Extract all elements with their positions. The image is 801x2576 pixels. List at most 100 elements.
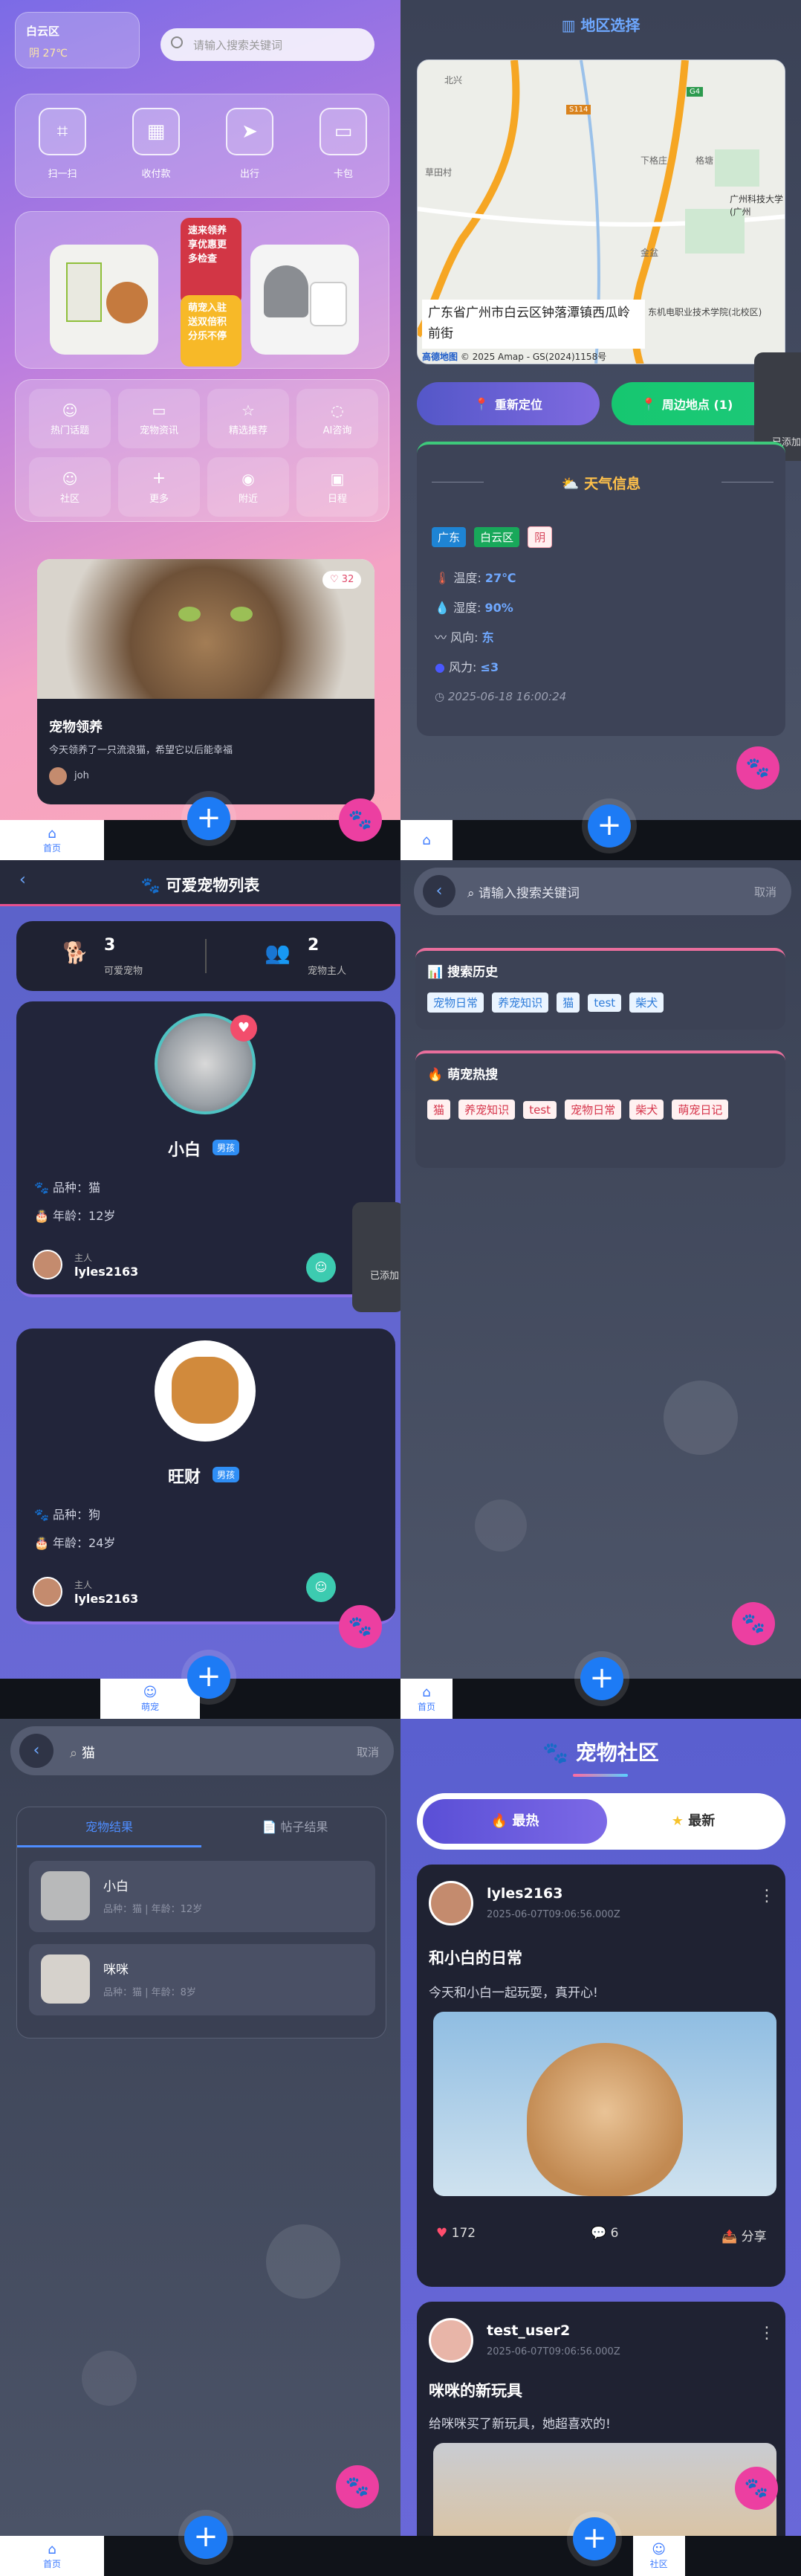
more-icon[interactable]: ⋮ — [759, 1887, 775, 1905]
chat-icon: ☺ — [314, 1260, 328, 1274]
paw-float-button[interactable]: 🐾 — [336, 2465, 379, 2508]
cancel-button[interactable]: 取消 — [754, 884, 776, 900]
search-input[interactable]: ⌕ 猫 — [70, 1743, 95, 1762]
tab-2[interactable] — [453, 820, 568, 860]
topic-button[interactable]: ☺ 热门话题 — [29, 389, 111, 448]
pet-food-image[interactable] — [50, 245, 158, 355]
scan-button[interactable]: ⌗ 扫一扫 — [39, 108, 86, 180]
promo-badge-points[interactable]: 萌宠入驻送双倍积分乐不停 — [181, 295, 241, 367]
result-item[interactable]: 咪咪 品种：猫 | 年龄：8岁 — [29, 1944, 375, 2015]
chat-button[interactable]: ☺ — [306, 1253, 336, 1282]
history-tag[interactable]: 猫 — [557, 992, 580, 1013]
history-tag[interactable]: test — [588, 994, 622, 1012]
avatar[interactable] — [429, 1881, 473, 1925]
relocate-button[interactable]: 📍 重新定位 — [417, 382, 600, 425]
post-card[interactable]: lyles2163 2025-06-07T09:06:56.000Z ⋮ 和小白… — [417, 1865, 785, 2287]
owner-avatar[interactable] — [33, 1577, 62, 1607]
like-button[interactable]: ♥ 172 — [436, 2226, 476, 2241]
cancel-button[interactable]: 取消 — [357, 1744, 379, 1760]
result-meta: 品种：猫 | 年龄：12岁 — [103, 1904, 203, 1915]
tab-community[interactable]: ☺ 社区 — [632, 2536, 685, 2576]
weather-rows: 🌡 温度: 27℃ 💧 湿度: 90% 〰 风向: 东 ● 风力: ≤3 — [435, 564, 516, 682]
add-button[interactable]: + — [187, 797, 230, 840]
add-button[interactable]: + — [588, 804, 631, 848]
paw-float-button[interactable]: 🐾 — [339, 798, 382, 842]
chat-button[interactable]: ☺ — [306, 1572, 336, 1602]
tab-4[interactable] — [685, 1679, 801, 1719]
paw-float-button[interactable]: 🐾 — [339, 1605, 382, 1648]
tag-district: 白云区 — [474, 527, 520, 547]
add-button[interactable]: + — [580, 1657, 623, 1700]
post-title: 宠物领养 — [49, 720, 103, 735]
news-button[interactable]: ▭ 宠物资讯 — [118, 389, 200, 448]
paw-float-button[interactable]: 🐾 — [736, 746, 779, 790]
comment-button[interactable]: 💬 6 — [591, 2226, 618, 2241]
back-button[interactable]: ‹ — [19, 1734, 53, 1768]
travel-button[interactable]: ➤ 出行 — [226, 108, 273, 180]
ai-button[interactable]: ◌ AI咨询 — [296, 389, 378, 448]
tab-pet-results[interactable]: 宠物结果 — [17, 1807, 201, 1847]
tab-home[interactable]: ⌂ 首页 — [0, 820, 104, 860]
avatar[interactable] — [49, 767, 67, 785]
tab-1[interactable] — [400, 2536, 516, 2576]
history-tag[interactable]: 柴犬 — [629, 992, 664, 1013]
add-button[interactable]: + — [187, 1656, 230, 1699]
paw-float-button[interactable]: 🐾 — [732, 1602, 775, 1645]
hot-tag[interactable]: 萌宠日记 — [672, 1100, 729, 1120]
hot-tag[interactable]: 猫 — [427, 1100, 451, 1120]
result-item[interactable]: 小白 品种：猫 | 年龄：12岁 — [29, 1861, 375, 1932]
pet-card[interactable]: 旺财 男孩 🐾 品种：狗 🎂 年龄：24岁 主人 lyles2163 ☺ — [16, 1329, 395, 1624]
cat-feeder-image[interactable] — [250, 245, 359, 355]
history-tag[interactable]: 养宠知识 — [492, 992, 549, 1013]
add-button[interactable]: + — [573, 2517, 616, 2560]
hot-tag[interactable]: 养宠知识 — [458, 1100, 516, 1120]
tab-4[interactable] — [302, 2536, 400, 2576]
search-input[interactable]: 请输入搜索关键词 — [160, 28, 374, 61]
more-icon[interactable]: ⋮ — [759, 2324, 775, 2343]
tab-pets[interactable]: ☺ 萌宠 — [100, 1679, 200, 1719]
hot-tag[interactable]: 柴犬 — [629, 1100, 664, 1120]
search-input[interactable]: ⌕ 请输入搜索关键词 — [467, 882, 580, 901]
tab-hot[interactable]: 🔥 最热 — [423, 1799, 607, 1844]
avatar[interactable] — [429, 2318, 473, 2363]
tab-4[interactable] — [685, 2536, 801, 2576]
paw-float-button[interactable]: 🐾 — [735, 2467, 778, 2510]
more-button[interactable]: + 更多 — [118, 457, 200, 517]
page-title: 🐾 宠物社区 — [542, 1740, 659, 1765]
tab-2[interactable] — [453, 1679, 568, 1719]
hot-tag[interactable]: 宠物日常 — [565, 1100, 622, 1120]
pet-card[interactable]: ♥ 小白 男孩 🐾 品种：猫 🎂 年龄：12岁 主人 lyles2163 ☺ — [16, 1001, 395, 1297]
calendar-button[interactable]: ▣ 日程 — [296, 457, 378, 517]
tab-home[interactable]: ⌂ — [400, 820, 453, 860]
tab-4[interactable] — [685, 820, 801, 860]
tab-new[interactable]: ★ 最新 — [607, 1799, 779, 1844]
address-popup[interactable]: 广东省广州市白云区钟落潭镇西瓜岭前街 — [422, 300, 645, 349]
tab-home[interactable]: ⌂ 首页 — [400, 1679, 453, 1719]
back-button[interactable]: ‹ — [423, 875, 455, 908]
post-card[interactable]: ♡ 32 宠物领养 今天领养了一只流浪猫，希望它以后能幸福 joh — [37, 559, 374, 804]
favorite-button[interactable]: ♥ — [230, 1015, 257, 1042]
post-title: 咪咪的新玩具 — [429, 2382, 522, 2400]
community-button[interactable]: ☺ 社区 — [29, 457, 111, 517]
tab-post-results[interactable]: 📄 帖子结果 — [203, 1807, 387, 1847]
nearby-button[interactable]: ◉ 附近 — [207, 457, 289, 517]
history-tags: 宠物日常 养宠知识 猫 test 柴犬 — [427, 992, 668, 1019]
post-image[interactable] — [433, 2012, 776, 2196]
hot-tag[interactable]: test — [523, 1101, 557, 1119]
back-icon: ‹ — [33, 1741, 40, 1760]
location-weather-pill[interactable]: 白云区 阴 27℃ — [15, 12, 140, 68]
history-tag[interactable]: 宠物日常 — [427, 992, 484, 1013]
comment-icon: 💬 — [591, 2226, 611, 2241]
wallet-button[interactable]: ▭ 卡包 — [320, 108, 367, 180]
tab-home[interactable]: ⌂ 首页 — [0, 2536, 104, 2576]
share-button[interactable]: 📤 分享 — [721, 2226, 767, 2244]
pay-button[interactable]: ▦ 收付款 — [132, 108, 180, 180]
add-button[interactable]: + — [184, 2516, 227, 2559]
recommend-button[interactable]: ☆ 精选推荐 — [207, 389, 289, 448]
like-badge[interactable]: ♡ 32 — [322, 571, 362, 589]
tab-4[interactable] — [300, 1679, 400, 1719]
promo-badge-adopt[interactable]: 速来领养享优惠更多检查 — [181, 218, 241, 306]
map-view[interactable]: 北兴 草田村 格塘 广州科技大学(广州 下格庄 金盆 G4 S114 东机电职业… — [417, 59, 785, 364]
owner-avatar[interactable] — [33, 1250, 62, 1279]
tab-1[interactable] — [0, 1679, 100, 1719]
